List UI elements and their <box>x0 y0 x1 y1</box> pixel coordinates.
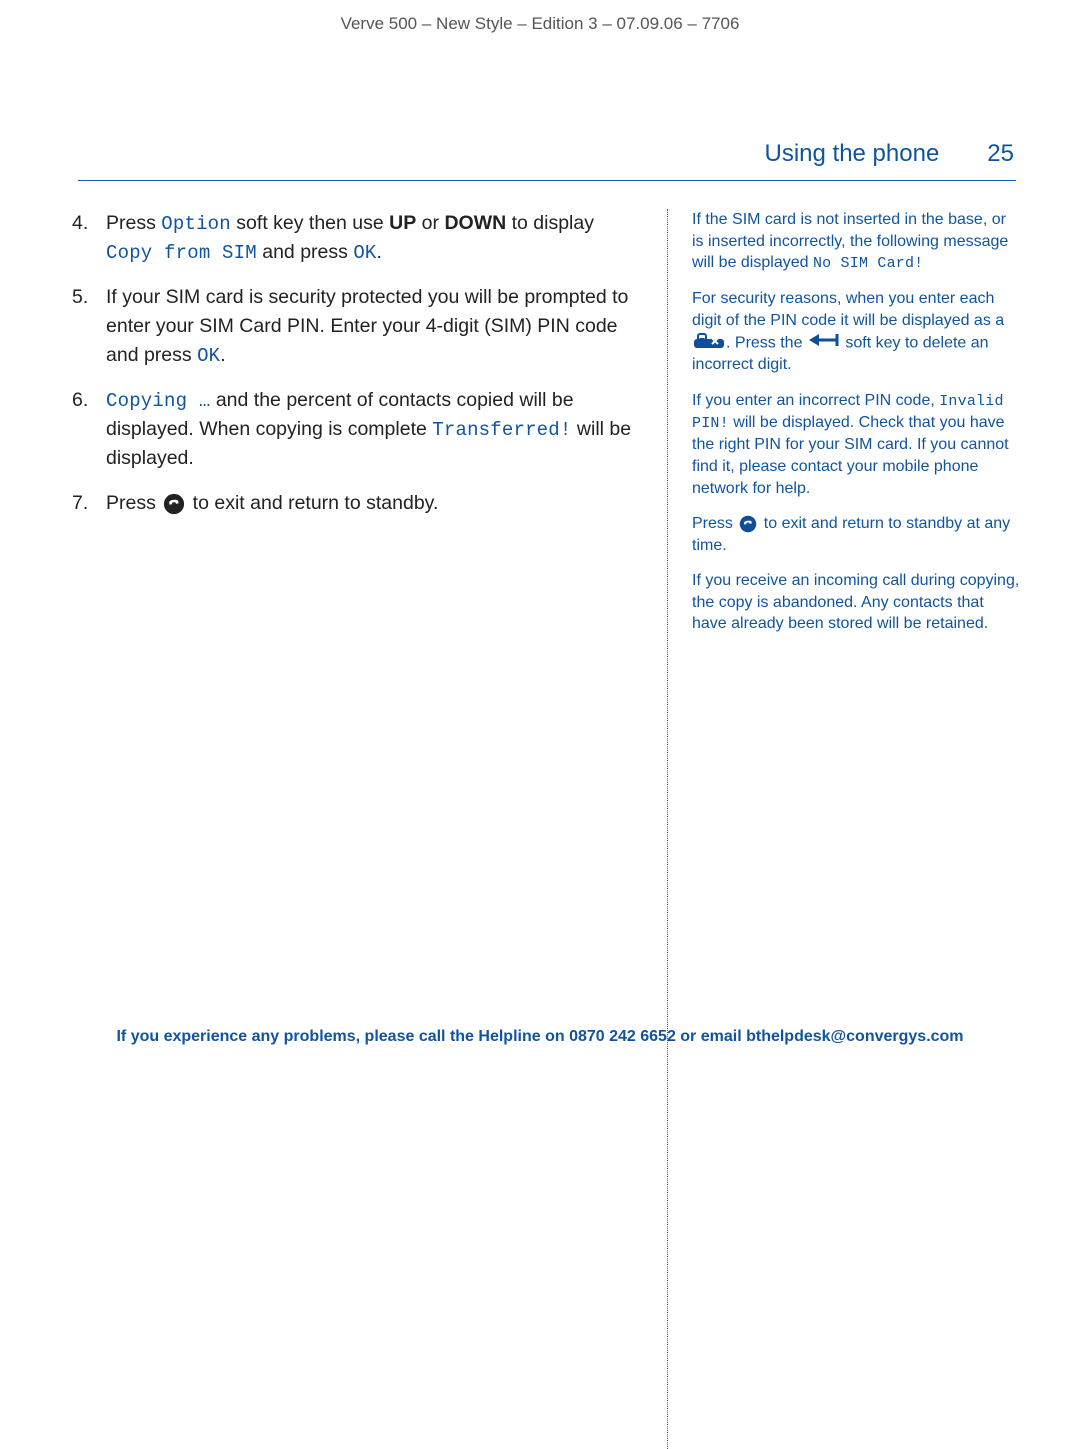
key-up: UP <box>389 212 416 234</box>
code-ok: OK <box>353 242 376 264</box>
step-7: 7. Press to exit and return to standby. <box>72 489 643 518</box>
step-text: Copying … and the percent of contacts co… <box>106 386 643 473</box>
main-column: 4. Press Option soft key then use UP or … <box>72 209 668 1449</box>
note-invalid-pin: If you enter an incorrect PIN code, Inva… <box>692 390 1020 499</box>
hangup-icon <box>163 493 185 515</box>
step-number: 4. <box>72 209 96 267</box>
footer-text: If you experience any problems, please c… <box>116 1028 963 1045</box>
step-number: 5. <box>72 283 96 370</box>
code-copy-from-sim: Copy from SIM <box>106 242 257 264</box>
instruction-list: 4. Press Option soft key then use UP or … <box>72 209 643 518</box>
content-area: 4. Press Option soft key then use UP or … <box>0 181 1080 1449</box>
page-footer: If you experience any problems, please c… <box>0 1028 1080 1046</box>
hangup-icon <box>739 515 757 533</box>
code-no-sim: No SIM Card! <box>813 255 923 272</box>
code-ok: OK <box>197 345 220 367</box>
step-number: 7. <box>72 489 96 518</box>
note-incoming-call: If you receive an incoming call during c… <box>692 570 1020 635</box>
note-no-sim: If the SIM card is not inserted in the b… <box>692 209 1020 274</box>
step-number: 6. <box>72 386 96 473</box>
step-text: If your SIM card is security protected y… <box>106 283 643 370</box>
step-4: 4. Press Option soft key then use UP or … <box>72 209 643 267</box>
doc-header: Verve 500 – New Style – Edition 3 – 07.0… <box>0 0 1080 34</box>
column-spacer <box>692 649 1020 1449</box>
backspace-arrow-icon <box>809 332 839 354</box>
section-header: Using the phone 25 <box>0 140 1080 180</box>
step-6: 6. Copying … and the percent of contacts… <box>72 386 643 473</box>
step-text: Press Option soft key then use UP or DOW… <box>106 209 643 267</box>
section-title: Using the phone <box>765 140 940 168</box>
note-exit-standby: Press to exit and return to standby at a… <box>692 513 1020 556</box>
key-down: DOWN <box>444 212 506 234</box>
lock-mask-icon <box>694 332 724 355</box>
code-option: Option <box>161 213 231 235</box>
page-number: 25 <box>987 140 1014 168</box>
note-pin-mask: For security reasons, when you enter eac… <box>692 288 1020 375</box>
doc-title: Verve 500 – New Style – Edition 3 – 07.0… <box>341 14 740 33</box>
code-transferred: Transferred! <box>432 419 571 441</box>
step-5: 5. If your SIM card is security protecte… <box>72 283 643 370</box>
step-text: Press to exit and return to standby. <box>106 489 438 518</box>
code-copying: Copying … <box>106 390 210 412</box>
side-column: If the SIM card is not inserted in the b… <box>668 209 1020 1449</box>
